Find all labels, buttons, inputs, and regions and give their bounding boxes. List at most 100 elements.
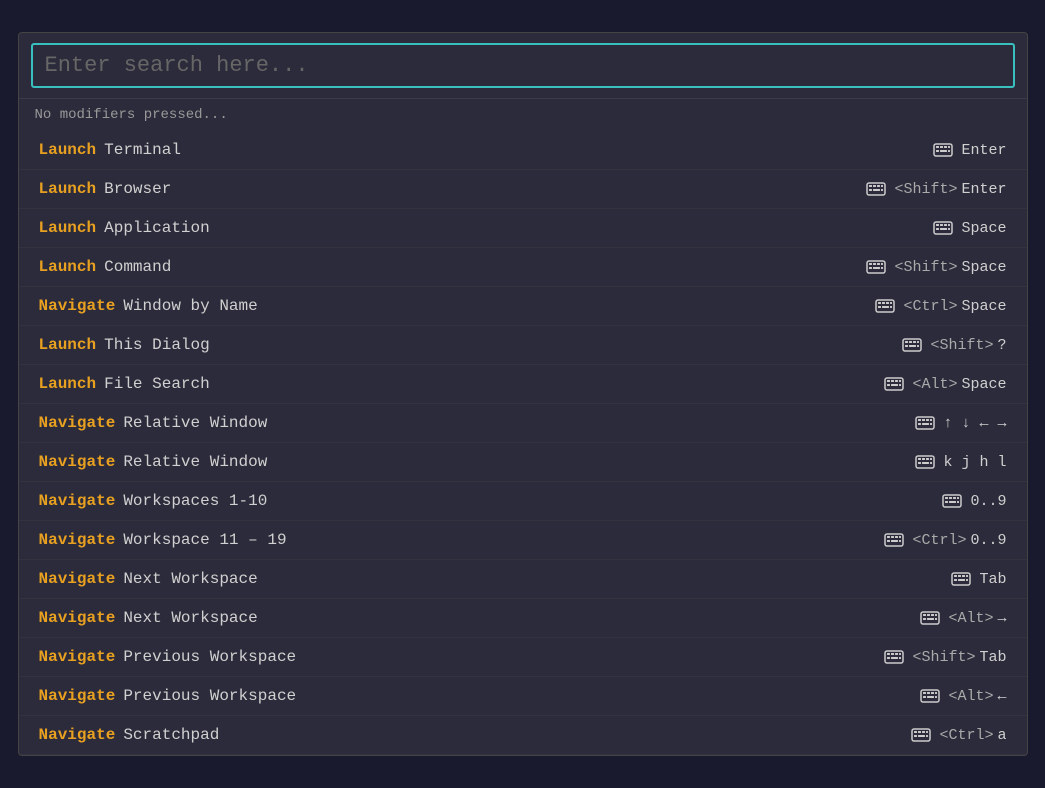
item-shortcut: <Shift>Space — [866, 259, 1006, 276]
item-shortcut: <Shift>Enter — [866, 181, 1006, 198]
shortcut-key: Space — [961, 376, 1006, 393]
item-action: Navigate — [39, 726, 116, 744]
item-shortcut: <Alt>Space — [884, 376, 1006, 393]
keyboard-icon — [920, 611, 940, 625]
item-target: Relative Window — [123, 453, 267, 471]
item-action: Navigate — [39, 609, 116, 627]
shortcut-modifier: <Alt> — [948, 688, 993, 705]
keyboard-icon — [915, 455, 935, 469]
list-item[interactable]: Navigate Scratchpad <Ctrl>a — [19, 716, 1027, 755]
shortcut-key: → — [997, 610, 1006, 627]
shortcut-key: Tab — [979, 649, 1006, 666]
shortcut-key: a — [997, 727, 1006, 744]
item-target: Window by Name — [123, 297, 257, 315]
item-target: Previous Workspace — [123, 648, 296, 666]
item-shortcut: <Ctrl>a — [911, 727, 1006, 744]
item-shortcut: <Ctrl>0..9 — [884, 532, 1006, 549]
shortcut-key: ↑ ↓ ← → — [943, 415, 1006, 432]
shortcut-key: Space — [961, 298, 1006, 315]
keyboard-icon — [951, 572, 971, 586]
keyboard-icon — [884, 533, 904, 547]
item-shortcut: Tab — [951, 571, 1006, 588]
keyboard-icon — [866, 182, 886, 196]
keyboard-icon — [915, 416, 935, 430]
list-item[interactable]: Launch File Search <Alt>Space — [19, 365, 1027, 404]
item-shortcut: k j h l — [915, 454, 1006, 471]
list-item[interactable]: NavigatePrevious Workspace <Alt>← — [19, 677, 1027, 716]
keyboard-icon — [875, 299, 895, 313]
item-target: This Dialog — [104, 336, 210, 354]
item-target: Terminal — [104, 141, 181, 159]
shortcut-key: 0..9 — [970, 493, 1006, 510]
item-action: Navigate — [39, 531, 116, 549]
keyboard-icon — [920, 689, 940, 703]
shortcut-key: Tab — [979, 571, 1006, 588]
item-action: Navigate — [39, 414, 116, 432]
keyboard-icon — [866, 260, 886, 274]
list-item[interactable]: Navigate Workspace 11 – 19 <Ctrl>0..9 — [19, 521, 1027, 560]
shortcut-modifier: <Shift> — [894, 181, 957, 198]
item-action: Navigate — [39, 492, 116, 510]
list-item[interactable]: Launch Browser <Shift>Enter — [19, 170, 1027, 209]
item-target: Next Workspace — [123, 570, 257, 588]
item-shortcut: <Shift>? — [902, 337, 1006, 354]
keyboard-icon — [911, 728, 931, 742]
item-shortcut: <Shift>Tab — [884, 649, 1006, 666]
search-input[interactable] — [31, 43, 1015, 88]
list-item[interactable]: Navigate Next Workspace <Alt>→ — [19, 599, 1027, 638]
keyboard-icon — [902, 338, 922, 352]
item-shortcut: 0..9 — [942, 493, 1006, 510]
item-action: Launch — [39, 219, 97, 237]
shortcut-modifier: <Ctrl> — [903, 298, 957, 315]
item-action: Launch — [39, 336, 97, 354]
item-target: File Search — [104, 375, 210, 393]
list-item[interactable]: LaunchCommand <Shift>Space — [19, 248, 1027, 287]
keyboard-icon — [933, 143, 953, 157]
item-target: Workspaces 1-10 — [123, 492, 267, 510]
item-target: Previous Workspace — [123, 687, 296, 705]
item-shortcut: ↑ ↓ ← → — [915, 415, 1006, 432]
list-item[interactable]: Launch This Dialog <Shift>? — [19, 326, 1027, 365]
modifier-status: No modifiers pressed... — [19, 99, 1027, 131]
keyboard-icon — [884, 650, 904, 664]
shortcut-key: Space — [961, 220, 1006, 237]
list-item[interactable]: LaunchApplication Space — [19, 209, 1027, 248]
list-item[interactable]: Navigate Next Workspace Tab — [19, 560, 1027, 599]
list-item[interactable]: Navigate Relative Window ↑ ↓ ← → — [19, 404, 1027, 443]
item-target: Next Workspace — [123, 609, 257, 627]
search-bar — [19, 33, 1027, 99]
item-action: Launch — [39, 180, 97, 198]
shortcut-key: Enter — [961, 142, 1006, 159]
item-shortcut: <Alt>→ — [920, 610, 1006, 627]
shortcut-modifier: <Ctrl> — [912, 532, 966, 549]
list-item[interactable]: Navigate Window by Name <Ctrl>Space — [19, 287, 1027, 326]
item-action: Navigate — [39, 687, 116, 705]
item-target: Scratchpad — [123, 726, 219, 744]
item-target: Relative Window — [123, 414, 267, 432]
shortcut-modifier: <Alt> — [948, 610, 993, 627]
shortcut-key: ? — [997, 337, 1006, 354]
list-item[interactable]: Navigate Workspaces 1-10 0..9 — [19, 482, 1027, 521]
keyboard-icon — [884, 377, 904, 391]
keyboard-icon — [942, 494, 962, 508]
list-item[interactable]: Navigate Previous Workspace <Shift>Tab — [19, 638, 1027, 677]
shortcut-key: k j h l — [943, 454, 1006, 471]
shortcut-key: Space — [961, 259, 1006, 276]
shortcut-modifier: <Shift> — [930, 337, 993, 354]
shortcut-modifier: <Shift> — [894, 259, 957, 276]
list-item[interactable]: NavigateRelative Window k j h l — [19, 443, 1027, 482]
shortcut-key: 0..9 — [970, 532, 1006, 549]
item-target: Workspace 11 – 19 — [123, 531, 286, 549]
item-shortcut: Space — [933, 220, 1006, 237]
item-target: Command — [104, 258, 171, 276]
item-action: Navigate — [39, 648, 116, 666]
item-target: Browser — [104, 180, 171, 198]
shortcut-key: Enter — [961, 181, 1006, 198]
item-action: Navigate — [39, 297, 116, 315]
shortcut-modifier: <Shift> — [912, 649, 975, 666]
item-action: Navigate — [39, 570, 116, 588]
item-action: Launch — [39, 375, 97, 393]
list-item[interactable]: LaunchTerminal Enter — [19, 131, 1027, 170]
shortcut-modifier: <Ctrl> — [939, 727, 993, 744]
command-list: LaunchTerminal EnterLaunchBrowser <Shift… — [19, 131, 1027, 755]
